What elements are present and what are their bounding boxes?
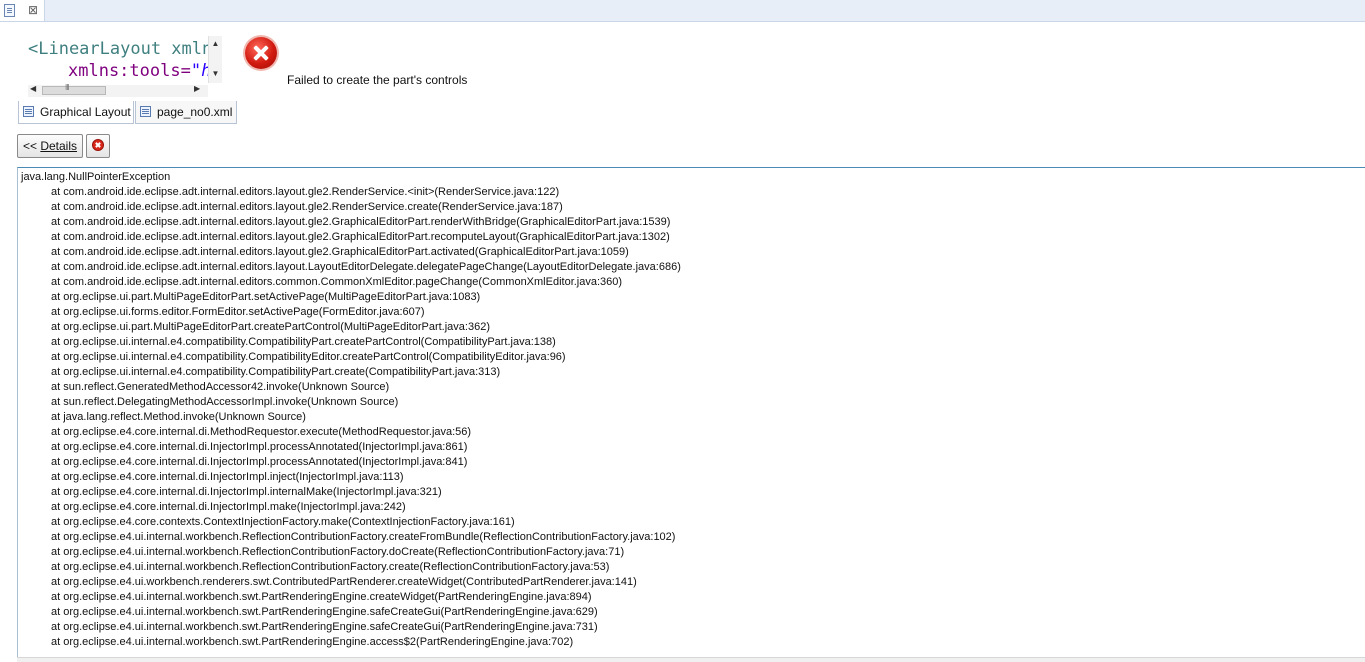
xml-file-icon — [140, 106, 151, 117]
code-preview-vertical-scrollbar[interactable]: ▲ ▼ — [208, 36, 222, 83]
file-icon — [4, 4, 15, 17]
details-label: Details — [40, 139, 78, 153]
scroll-right-icon[interactable]: ▶ — [194, 84, 200, 93]
layout-icon — [23, 106, 34, 117]
stack-frame-line: at org.eclipse.e4.core.internal.di.Injec… — [51, 440, 1365, 455]
exception-line: java.lang.NullPointerException — [21, 171, 171, 183]
scrollbar-thumb[interactable] — [42, 83, 106, 95]
stack-frame-line: at com.android.ide.eclipse.adt.internal.… — [51, 185, 1365, 200]
stack-trace-text[interactable]: java.lang.NullPointerException at com.an… — [17, 167, 1365, 657]
tab-label: page_no0.xml — [157, 105, 233, 119]
close-icon[interactable]: ⊠ — [26, 2, 40, 18]
clear-icon — [92, 139, 104, 151]
stack-frame-line: at org.eclipse.ui.internal.e4.compatibil… — [51, 350, 1365, 365]
stack-frame-line: at org.eclipse.e4.core.internal.di.Injec… — [51, 485, 1365, 500]
code-line-1: <LinearLayout xmln — [28, 39, 213, 59]
code-line-2: xmlns:tools="h — [68, 61, 211, 81]
tab-graphical-layout[interactable]: Graphical Layout — [18, 101, 134, 124]
scroll-left-icon[interactable]: ◀ — [30, 84, 36, 93]
code-attribute: xmlns:tools= — [68, 61, 191, 81]
scroll-down-icon[interactable]: ▼ — [209, 69, 222, 78]
stack-frame-line: at com.android.ide.eclipse.adt.internal.… — [51, 245, 1365, 260]
stack-frame-line: at com.android.ide.eclipse.adt.internal.… — [51, 230, 1365, 245]
stack-frame-line: at org.eclipse.ui.internal.e4.compatibil… — [51, 365, 1365, 380]
stack-frame-line: at org.eclipse.e4.ui.workbench.renderers… — [51, 575, 1365, 590]
tab-label: Graphical Layout — [40, 105, 131, 119]
stack-frame-line: at org.eclipse.e4.ui.internal.workbench.… — [51, 530, 1365, 545]
stack-frame-line: at org.eclipse.e4.core.contexts.ContextI… — [51, 515, 1365, 530]
stack-frame-line: at com.android.ide.eclipse.adt.internal.… — [51, 200, 1365, 215]
editor-window: ⊠ <LinearLayout xmln xmlns:tools="h ▲ ▼ … — [0, 0, 1365, 662]
stack-frame-line: at org.eclipse.e4.core.internal.di.Metho… — [51, 425, 1365, 440]
stack-frame-line: at org.eclipse.e4.ui.internal.workbench.… — [51, 560, 1365, 575]
stack-frame-line: at org.eclipse.e4.ui.internal.workbench.… — [51, 545, 1365, 560]
stack-frame-line: at com.android.ide.eclipse.adt.internal.… — [51, 275, 1365, 290]
stack-frame-line: at com.android.ide.eclipse.adt.internal.… — [51, 215, 1365, 230]
error-icon — [245, 37, 277, 69]
stack-frame-line: at org.eclipse.e4.ui.internal.workbench.… — [51, 635, 1365, 650]
stack-frame-line: at org.eclipse.ui.part.MultiPageEditorPa… — [51, 320, 1365, 335]
stack-frame-line: at org.eclipse.e4.core.internal.di.Injec… — [51, 500, 1365, 515]
scroll-up-icon[interactable]: ▲ — [209, 39, 222, 48]
editor-tab[interactable]: ⊠ — [0, 0, 45, 21]
stack-frame-line: at com.android.ide.eclipse.adt.internal.… — [51, 260, 1365, 275]
stack-frame-line: at org.eclipse.e4.ui.internal.workbench.… — [51, 605, 1365, 620]
stack-frame-line: at sun.reflect.GeneratedMethodAccessor42… — [51, 380, 1365, 395]
details-toggle-button[interactable]: << Details — [17, 134, 83, 158]
stack-frame-line: at org.eclipse.ui.internal.e4.compatibil… — [51, 335, 1365, 350]
stack-frame-line: at org.eclipse.e4.core.internal.di.Injec… — [51, 455, 1365, 470]
error-message: Failed to create the part's controls — [287, 73, 468, 87]
editor-tab-strip: ⊠ — [0, 0, 1365, 22]
details-prefix: << — [22, 139, 41, 153]
stack-frame-line: at java.lang.reflect.Method.invoke(Unkno… — [51, 410, 1365, 425]
stack-frame-line: at org.eclipse.e4.core.internal.di.Injec… — [51, 470, 1365, 485]
clear-button[interactable] — [86, 134, 110, 158]
horizontal-scrollbar[interactable] — [17, 657, 1365, 662]
stack-frame-line: at sun.reflect.DelegatingMethodAccessorI… — [51, 395, 1365, 410]
tab-xml-source[interactable]: page_no0.xml — [135, 101, 237, 124]
stack-frame-line: at org.eclipse.e4.ui.internal.workbench.… — [51, 620, 1365, 635]
code-preview-horizontal-scrollbar[interactable]: ◀ ▶ — [28, 83, 208, 97]
stack-frame-line: at org.eclipse.ui.part.MultiPageEditorPa… — [51, 290, 1365, 305]
stack-frame-line: at org.eclipse.ui.forms.editor.FormEdito… — [51, 305, 1365, 320]
stack-frame-line: at org.eclipse.e4.ui.internal.workbench.… — [51, 590, 1365, 605]
